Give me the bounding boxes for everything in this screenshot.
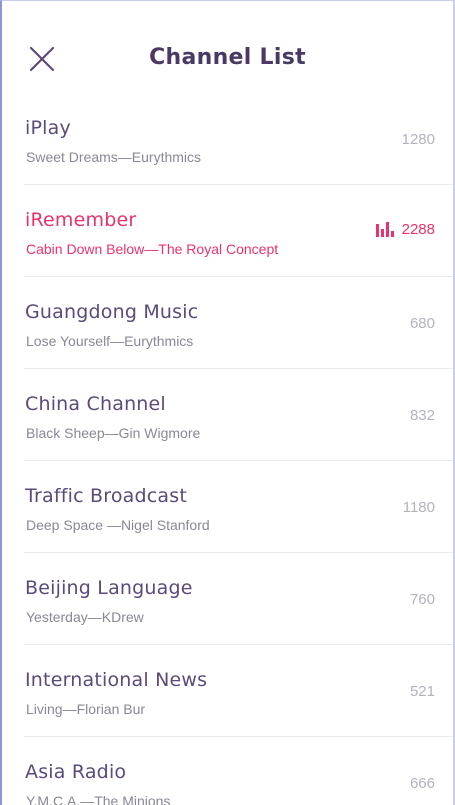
channel-row[interactable]: Asia Radio Y.M.C.A.—The Minions 666 xyxy=(24,737,453,805)
channel-row[interactable]: International News Living—Florian Bur 52… xyxy=(24,645,453,737)
channel-frequency: 521 xyxy=(409,683,435,700)
channel-name: International News xyxy=(25,669,208,691)
channel-row-active[interactable]: iRemember Cabin Down Below—The Royal Con… xyxy=(24,185,453,277)
channel-frequency: 666 xyxy=(409,775,435,792)
channel-frequency: 760 xyxy=(409,591,435,608)
channel-song: Y.M.C.A.—The Minions xyxy=(26,793,171,805)
channel-row[interactable]: China Channel Black Sheep—Gin Wigmore 83… xyxy=(24,369,453,461)
channel-song: Cabin Down Below—The Royal Concept xyxy=(26,241,279,257)
channel-song: Black Sheep—Gin Wigmore xyxy=(26,425,201,441)
channel-list: iPlay Sweet Dreams—Eurythmics 1280 iReme… xyxy=(2,93,453,805)
channel-song: Lose Yourself—Eurythmics xyxy=(26,333,194,349)
equalizer-icon xyxy=(375,222,394,237)
channel-frequency: 680 xyxy=(409,315,435,332)
page-title: Channel List xyxy=(149,45,306,70)
channel-name: iPlay xyxy=(25,117,71,139)
channel-name: China Channel xyxy=(25,393,166,415)
channel-frequency: 1180 xyxy=(402,499,435,516)
channel-name: Guangdong Music xyxy=(25,301,199,323)
channel-song: Living—Florian Bur xyxy=(26,701,146,717)
channel-row[interactable]: iPlay Sweet Dreams—Eurythmics 1280 xyxy=(24,93,453,185)
channel-frequency: 1280 xyxy=(401,131,435,148)
channel-song: Yesterday—KDrew xyxy=(26,609,144,625)
channel-name: Beijing Language xyxy=(25,577,193,599)
app-frame: Channel List iPlay Sweet Dreams—Eurythmi… xyxy=(0,0,455,805)
channel-name: iRemember xyxy=(25,209,137,231)
channel-frequency: 2288 xyxy=(401,221,435,238)
channel-name: Traffic Broadcast xyxy=(25,485,188,507)
channel-frequency: 832 xyxy=(409,407,435,424)
channel-row[interactable]: Beijing Language Yesterday—KDrew 760 xyxy=(24,553,453,645)
channel-song: Sweet Dreams—Eurythmics xyxy=(26,149,202,165)
channel-song: Deep Space —Nigel Stanford xyxy=(26,517,210,533)
channel-row[interactable]: Guangdong Music Lose Yourself—Eurythmics… xyxy=(24,277,453,369)
channel-row[interactable]: Traffic Broadcast Deep Space —Nigel Stan… xyxy=(24,461,453,553)
channel-name: Asia Radio xyxy=(25,761,127,783)
